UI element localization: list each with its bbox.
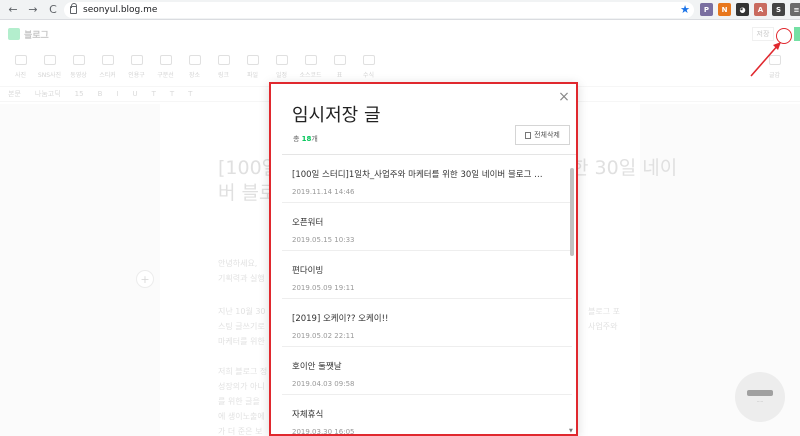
- draft-item-title: 자체휴식: [292, 410, 324, 420]
- extension-icon[interactable]: P: [700, 3, 713, 16]
- draft-item-date: 2019.05.09 19:11: [292, 284, 355, 292]
- draft-item[interactable]: 편다이빙 2019.05.09 19:11: [282, 251, 572, 299]
- draft-item-date: 2019.04.03 09:58: [292, 380, 355, 388]
- browser-toolbar: ← → C seonyul.blog.me ★ P N ◕ A S ≡: [0, 0, 800, 20]
- draft-item-date: 2019.05.02 22:11: [292, 332, 355, 340]
- address-bar[interactable]: seonyul.blog.me ★: [64, 2, 694, 18]
- draft-item[interactable]: [2019] 오케이?? 오케이!! 2019.05.02 22:11: [282, 299, 572, 347]
- reload-icon[interactable]: C: [46, 3, 60, 17]
- draft-item-title: 호이안 둘쨋날: [292, 362, 342, 372]
- extension-icon[interactable]: N: [718, 3, 731, 16]
- draft-item[interactable]: 호이안 둘쨋날 2019.04.03 09:58: [282, 347, 572, 395]
- close-icon[interactable]: ×: [557, 90, 571, 104]
- forward-icon[interactable]: →: [26, 3, 40, 17]
- modal-title: 임시저장 글: [292, 105, 381, 126]
- extension-icon[interactable]: A: [754, 3, 767, 16]
- extension-icon[interactable]: ◕: [736, 3, 749, 16]
- draft-list: [100일 스터디]1일차_사업주와 마케터를 위한 30일 네이버 블로그 포…: [282, 155, 572, 436]
- draft-count: 총 18개: [293, 135, 318, 143]
- draft-count-number: 18: [301, 135, 312, 143]
- watermark-logo: ·····: [735, 372, 785, 422]
- draft-item-date: 2019.05.15 10:33: [292, 236, 355, 244]
- draft-item-title: 편다이빙: [292, 266, 324, 276]
- draft-item[interactable]: 오픈워터 2019.05.15 10:33: [282, 203, 572, 251]
- bookmark-star-icon[interactable]: ★: [680, 3, 690, 16]
- url-text: seonyul.blog.me: [83, 5, 158, 15]
- back-icon[interactable]: ←: [6, 3, 20, 17]
- dumbbell-icon: [747, 390, 773, 396]
- draft-item-title: 오픈워터: [292, 218, 324, 228]
- draft-item-date: 2019.11.14 14:46: [292, 188, 355, 196]
- scroll-down-icon[interactable]: ▼: [569, 428, 573, 434]
- draft-item-title: [2019] 오케이?? 오케이!!: [292, 314, 389, 324]
- draft-item-date: 2019.03.30 16:05: [292, 428, 355, 436]
- scrollbar[interactable]: ▼: [569, 156, 575, 434]
- extension-icon[interactable]: ≡: [790, 3, 800, 16]
- scrollbar-thumb[interactable]: [570, 168, 574, 256]
- delete-all-button[interactable]: 전체삭제: [515, 125, 570, 145]
- draft-item-title: [100일 스터디]1일차_사업주와 마케터를 위한 30일 네이버 블로그 포…: [292, 170, 547, 180]
- extension-icon[interactable]: S: [772, 3, 785, 16]
- draft-item[interactable]: 자체휴식 2019.03.30 16:05: [282, 395, 572, 436]
- annotation-arrow-icon: [750, 42, 781, 77]
- trash-icon: [525, 131, 532, 139]
- extensions-bar: P N ◕ A S ≡: [700, 3, 800, 16]
- draft-item[interactable]: [100일 스터디]1일차_사업주와 마케터를 위한 30일 네이버 블로그 포…: [282, 155, 572, 203]
- lock-icon: [70, 3, 77, 14]
- drafts-modal: 임시저장 글 × 총 18개 전체삭제 [100일 스터디]1일차_사업주와 마…: [269, 82, 578, 436]
